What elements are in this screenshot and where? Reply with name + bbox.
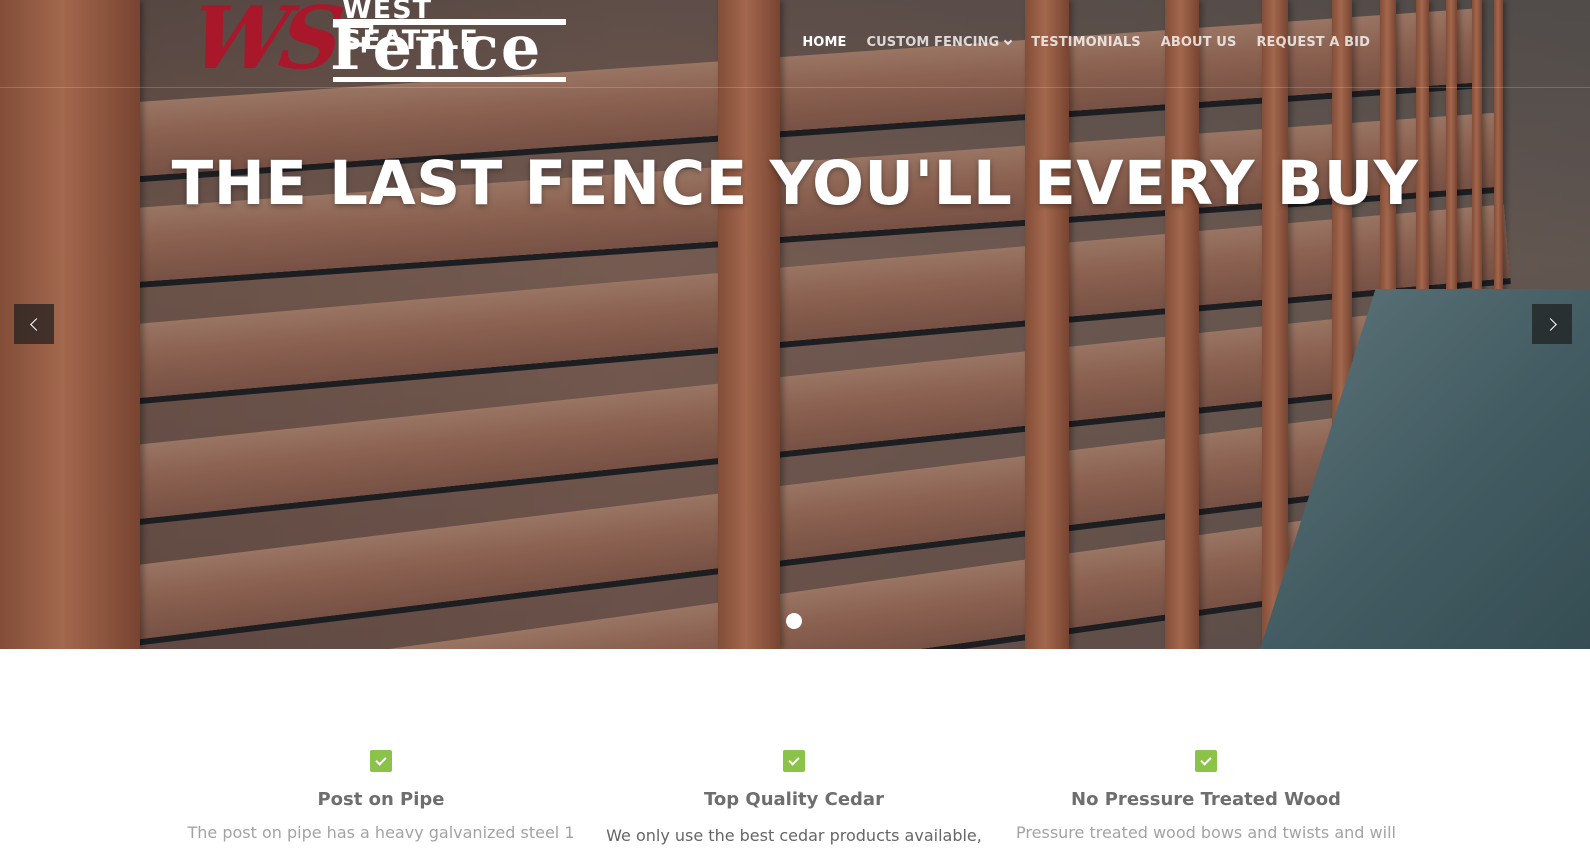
nav-item-label: HOME xyxy=(802,35,847,50)
checkbox-checked-icon xyxy=(783,750,805,772)
nav-item-label: CUSTOM FENCING xyxy=(866,35,1000,50)
logo-underline xyxy=(333,77,566,82)
slider-dot-1[interactable] xyxy=(786,613,802,629)
chevron-down-icon xyxy=(1004,36,1013,46)
nav-item-home[interactable]: HOME xyxy=(802,35,846,50)
nav-item-label: TESTIMONIALS xyxy=(1031,35,1141,50)
nav-item-request-a-bid[interactable]: REQUEST A BID xyxy=(1256,35,1370,50)
feature-no-pressure-treated-wood: No Pressure Treated Wood Pressure treate… xyxy=(1006,750,1406,842)
main-nav: HOME CUSTOM FENCING TESTIMONIALS ABOUT U… xyxy=(802,35,1370,50)
feature-title: Post on Pipe xyxy=(317,789,445,810)
chevron-right-icon xyxy=(1543,317,1557,331)
logo-main-text: Fence xyxy=(330,11,543,84)
checkbox-checked-icon xyxy=(370,750,392,772)
hero-slider: THE LAST FENCE YOU'LL EVERY BUY xyxy=(0,0,1590,649)
feature-text: The post on pipe has a heavy galvanized … xyxy=(187,823,575,842)
slider-next-button[interactable] xyxy=(1532,304,1572,344)
nav-item-custom-fencing[interactable]: CUSTOM FENCING xyxy=(866,35,1013,50)
nav-item-label: REQUEST A BID xyxy=(1256,35,1370,50)
feature-top-quality-cedar: Top Quality Cedar We only use the best c… xyxy=(594,750,994,845)
feature-post-on-pipe: Post on Pipe The post on pipe has a heav… xyxy=(181,750,581,842)
nav-item-about-us[interactable]: ABOUT US xyxy=(1161,35,1237,50)
nav-item-testimonials[interactable]: TESTIMONIALS xyxy=(1031,35,1140,50)
site-header: WS WEST SEATTLE Fence HOME CUSTOM FENCIN… xyxy=(0,0,1590,89)
checkbox-checked-icon xyxy=(1195,750,1217,772)
chevron-left-icon xyxy=(29,317,43,331)
feature-text: Pressure treated wood bows and twists an… xyxy=(1016,823,1396,842)
slider-prev-button[interactable] xyxy=(14,304,54,344)
feature-text: We only use the best cedar products avai… xyxy=(606,826,982,845)
hero-title: THE LAST FENCE YOU'LL EVERY BUY xyxy=(171,148,1419,219)
logo-monogram: WS xyxy=(184,0,342,89)
feature-title: No Pressure Treated Wood xyxy=(1071,789,1341,810)
site-logo[interactable]: WS WEST SEATTLE Fence xyxy=(185,0,572,89)
features-section: Post on Pipe The post on pipe has a heav… xyxy=(0,649,1590,851)
nav-item-label: ABOUT US xyxy=(1160,35,1237,50)
feature-title: Top Quality Cedar xyxy=(704,789,884,810)
